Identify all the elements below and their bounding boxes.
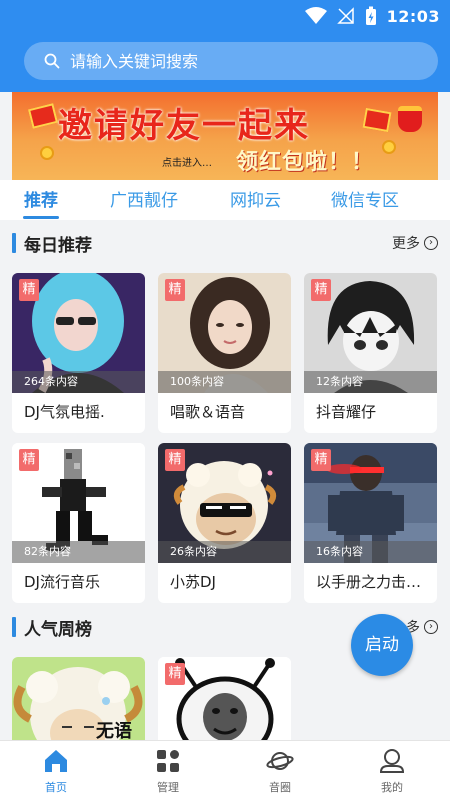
- featured-badge: 精: [19, 279, 39, 301]
- banner-subtitle: 领红包啦！！: [236, 149, 375, 175]
- search-bar[interactable]: [24, 42, 438, 80]
- home-icon: [45, 750, 67, 772]
- featured-badge: 精: [311, 449, 331, 471]
- card-title: DJ流行音乐: [24, 573, 100, 591]
- category-tabs: 推荐 广西靓仔 网抑云 微信专区: [0, 180, 450, 220]
- nav-circle[interactable]: 音圈: [235, 745, 325, 799]
- featured-badge: 精: [165, 449, 185, 471]
- playlist-card[interactable]: 精 82条内容 DJ流行音乐: [12, 443, 145, 603]
- nav-manage[interactable]: 管理: [123, 745, 213, 799]
- item-count: 12条内容: [304, 371, 437, 393]
- chevron-right-icon: ›: [424, 620, 438, 634]
- lucky-bag-icon: [398, 106, 422, 132]
- card-title: DJ气氛电摇.: [24, 403, 105, 421]
- featured-badge: 精: [19, 449, 39, 471]
- section-accent-bar: [12, 233, 16, 253]
- nav-home[interactable]: 首页: [11, 745, 101, 799]
- nav-profile[interactable]: 我的: [347, 745, 437, 799]
- clock: 12:03: [386, 6, 440, 26]
- card-title: 唱歌＆语音: [170, 403, 246, 421]
- playlist-card[interactable]: 无语: [12, 657, 145, 740]
- section-title: 每日推荐: [24, 235, 92, 256]
- featured-badge: 精: [165, 663, 185, 685]
- chevron-right-icon: ›: [424, 236, 438, 250]
- active-tab-indicator: [23, 216, 59, 219]
- playlist-card[interactable]: 精 12条内容 抖音耀仔: [304, 273, 437, 433]
- tab-wechat[interactable]: 微信专区: [331, 186, 399, 211]
- planet-icon: [266, 752, 294, 770]
- playlist-card[interactable]: 精 100条内容 唱歌＆语音: [158, 273, 291, 433]
- coin-icon: [40, 146, 54, 160]
- cover-overlay-text: 无语: [96, 721, 132, 740]
- more-link[interactable]: 更多 ›: [392, 233, 438, 253]
- tab-wangyiyun[interactable]: 网抑云: [230, 186, 281, 211]
- item-count: 26条内容: [158, 541, 291, 563]
- tab-guangxi[interactable]: 广西靓仔: [110, 186, 178, 211]
- playlist-card[interactable]: 精 264条内容 DJ气氛电摇.: [12, 273, 145, 433]
- playlist-card[interactable]: 精 26条内容 小苏DJ: [158, 443, 291, 603]
- banner-hint: 点击进入…: [162, 158, 212, 169]
- search-input[interactable]: [70, 51, 390, 71]
- card-title: 以手册之力击…: [316, 573, 422, 591]
- header-bar: 12:03: [0, 0, 450, 92]
- promo-banner[interactable]: 邀请好友一起来 点击进入… 领红包啦！！: [12, 92, 438, 180]
- item-count: 82条内容: [12, 541, 145, 563]
- item-count: 264条内容: [12, 371, 145, 393]
- bottom-nav: 首页 管理 音圈 我的: [0, 740, 450, 800]
- playlist-card[interactable]: 精 16条内容 以手册之力击…: [304, 443, 437, 603]
- tab-recommend[interactable]: 推荐: [24, 186, 58, 211]
- playlist-card[interactable]: 精: [158, 657, 291, 740]
- banner-title: 邀请好友一起来: [58, 106, 310, 146]
- featured-badge: 精: [165, 279, 185, 301]
- daily-section-header: 每日推荐 更多 ›: [12, 228, 438, 258]
- no-signal-icon: [336, 7, 354, 24]
- profile-icon: [379, 749, 405, 773]
- section-title: 人气周榜: [24, 619, 92, 640]
- card-title: 抖音耀仔: [316, 403, 377, 421]
- card-title: 小苏DJ: [170, 573, 216, 591]
- red-envelope-icon: [362, 107, 392, 133]
- coin-icon: [382, 140, 396, 154]
- cover-image: 无语: [12, 657, 145, 740]
- start-fab-button[interactable]: 启动: [351, 614, 413, 676]
- app-screen: 12:03 邀请好友一起来 点击进入… 领红包啦！！ 推荐 广西靓仔 网抑云 微…: [0, 0, 450, 800]
- grid-icon: [157, 750, 179, 772]
- item-count: 16条内容: [304, 541, 437, 563]
- status-bar: 12:03: [304, 4, 440, 28]
- search-icon: [44, 53, 60, 69]
- item-count: 100条内容: [158, 371, 291, 393]
- wifi-icon: [304, 7, 327, 24]
- section-accent-bar: [12, 617, 16, 637]
- featured-badge: 精: [311, 279, 331, 301]
- battery-charging-icon: [365, 6, 376, 25]
